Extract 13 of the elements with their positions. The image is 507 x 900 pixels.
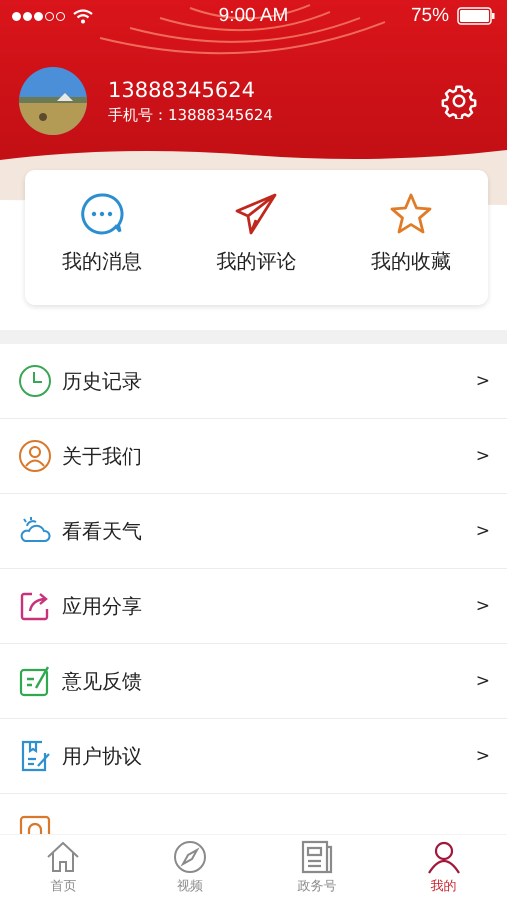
- person-icon: [18, 439, 52, 473]
- menu-item[interactable]: 意见反馈 >: [0, 644, 507, 719]
- menu-item[interactable]: 应用分享 >: [0, 569, 507, 644]
- menu-item[interactable]: 看看天气 >: [0, 494, 507, 569]
- clock-icon: [18, 364, 52, 398]
- tab-item[interactable]: 我的: [380, 835, 507, 900]
- menu-item[interactable]: 关于我们 >: [0, 419, 507, 494]
- compass-icon: [172, 839, 208, 875]
- home-icon: [45, 839, 82, 875]
- menu-item[interactable]: 用户协议 >: [0, 719, 507, 794]
- feedback-icon: [18, 664, 52, 698]
- menu-item[interactable]: 历史记录 >: [0, 344, 507, 419]
- person-icon: [426, 839, 462, 875]
